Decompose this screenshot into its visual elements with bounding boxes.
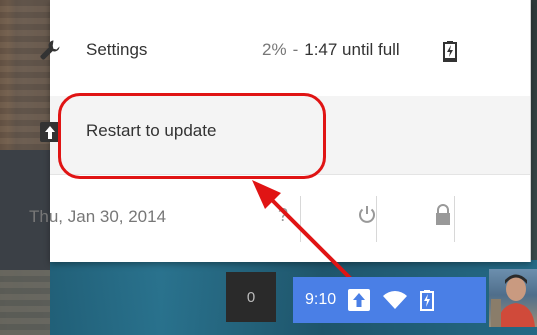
battery-time-remaining: 1:47 until full — [304, 40, 400, 59]
wifi-icon — [382, 290, 408, 310]
status-tray[interactable]: 9:10 — [293, 277, 486, 323]
notification-count-badge[interactable]: 0 — [226, 272, 276, 322]
battery-percent: 2% — [262, 40, 287, 59]
battery-charging-icon — [442, 39, 458, 63]
lock-icon[interactable] — [433, 204, 453, 226]
user-avatar[interactable] — [489, 269, 537, 327]
help-button[interactable]: ? — [278, 205, 288, 226]
update-arrow-icon — [348, 289, 371, 311]
power-status: 2% - 1:47 until full — [262, 40, 400, 60]
power-icon[interactable] — [355, 203, 379, 227]
date-label[interactable]: Thu, Jan 30, 2014 — [29, 207, 166, 227]
highlight-annotation — [58, 93, 326, 179]
battery-charging-icon — [420, 289, 435, 311]
divider — [300, 196, 301, 242]
update-arrow-icon — [40, 122, 60, 142]
divider — [454, 196, 455, 242]
clock[interactable]: 9:10 — [305, 291, 336, 309]
settings-label[interactable]: Settings — [86, 40, 147, 60]
battery-separator: - — [292, 40, 299, 59]
wrench-icon — [38, 38, 62, 62]
